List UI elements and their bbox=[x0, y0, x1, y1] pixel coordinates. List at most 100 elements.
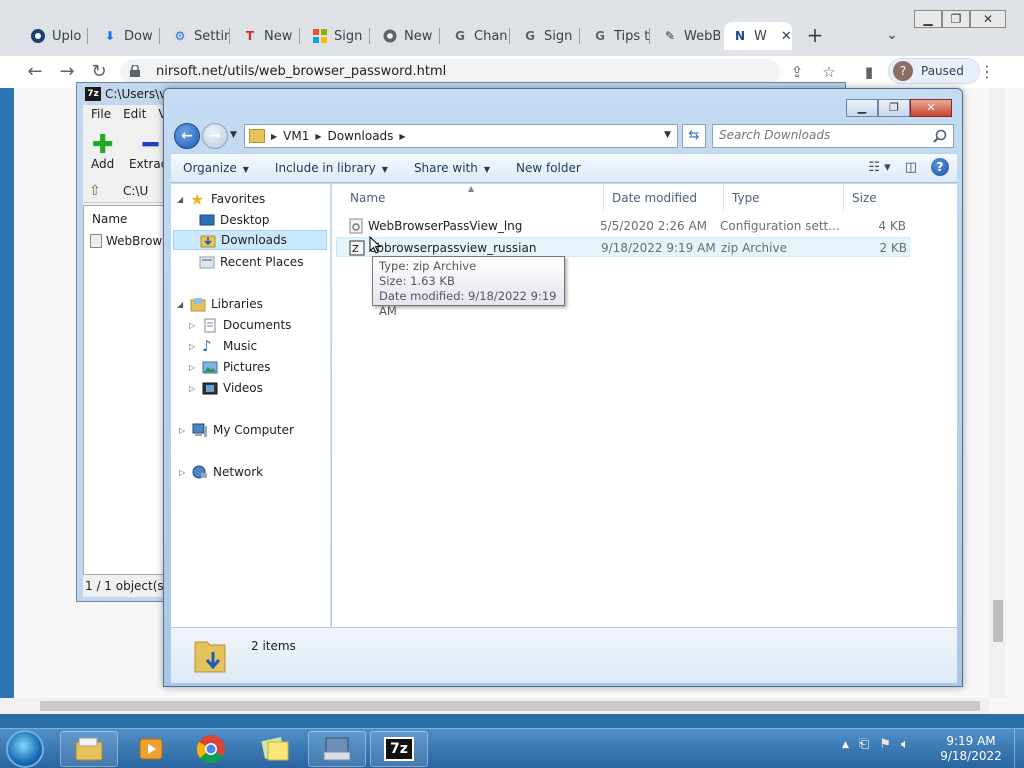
file-row[interactable]: WebBrowserPassView_lng 5/5/2020 2:26 AM … bbox=[336, 216, 910, 236]
browser-tab[interactable]: G Sign bbox=[514, 22, 580, 50]
side-panel-icon[interactable]: ▮ bbox=[858, 61, 880, 83]
taskbar-sticky-notes[interactable] bbox=[246, 731, 304, 767]
close-button[interactable]: ✕ bbox=[910, 99, 952, 117]
organize-button[interactable]: Organize ▼ bbox=[171, 161, 263, 175]
new-folder-button[interactable]: New folder bbox=[504, 161, 595, 175]
browser-tab[interactable]: T New bbox=[234, 22, 300, 50]
search-input[interactable] bbox=[719, 128, 919, 142]
start-button[interactable] bbox=[6, 730, 44, 768]
browser-tab[interactable]: ⚙ Settin bbox=[164, 22, 230, 50]
maximize-button[interactable]: ❐ bbox=[878, 99, 910, 117]
tree-my-computer[interactable]: ▷ My Computer bbox=[179, 420, 294, 440]
include-in-library-button[interactable]: Include in library ▼ bbox=[263, 161, 402, 175]
browser-vertical-scrollbar[interactable] bbox=[990, 88, 1006, 698]
chevron-right-icon[interactable]: ▶ bbox=[315, 132, 321, 141]
browser-back-button[interactable]: ← bbox=[24, 61, 46, 83]
folder-up-icon[interactable]: ⇧ bbox=[89, 183, 101, 199]
download-icon: ⬇ bbox=[104, 29, 116, 43]
list-item[interactable]: WebBrows bbox=[90, 234, 168, 248]
browser-maximize-button[interactable]: ❐ bbox=[942, 10, 970, 28]
action-center-flag-icon[interactable]: ⚑ bbox=[879, 737, 891, 752]
new-tab-button[interactable]: + bbox=[804, 24, 826, 46]
browser-close-button[interactable]: ✕ bbox=[970, 10, 1006, 28]
7zip-logo-icon: 7z bbox=[384, 737, 414, 761]
search-box[interactable] bbox=[712, 124, 954, 148]
chevron-right-icon[interactable]: ▶ bbox=[399, 132, 405, 141]
browser-tab[interactable]: G Tips t bbox=[584, 22, 650, 50]
bookmark-star-icon[interactable]: ☆ bbox=[818, 61, 840, 83]
back-button[interactable]: ← bbox=[174, 123, 200, 149]
file-row[interactable]: Z ebbrowserpassview_russian 9/18/2022 9:… bbox=[336, 237, 910, 257]
system-clock[interactable]: 9:19 AM 9/18/2022 bbox=[936, 734, 1006, 764]
network-tray-icon[interactable]: ⎗ bbox=[859, 737, 869, 752]
tree-downloads[interactable]: Downloads bbox=[173, 230, 327, 250]
volume-icon[interactable]: 🔈︎ bbox=[901, 737, 909, 752]
tree-videos[interactable]: ▷ Videos bbox=[189, 378, 263, 398]
browser-horizontal-scrollbar[interactable] bbox=[0, 698, 990, 714]
refresh-button[interactable]: ⇆ bbox=[682, 124, 706, 148]
browser-tab[interactable]: Uplo bbox=[22, 22, 88, 50]
browser-reload-button[interactable]: ↻ bbox=[88, 61, 110, 83]
preview-pane-icon[interactable]: ◫ bbox=[905, 160, 917, 175]
browser-minimize-button[interactable]: ▁ bbox=[914, 10, 942, 28]
taskbar-explorer[interactable] bbox=[60, 731, 118, 767]
tree-music[interactable]: ▷ ♪ Music bbox=[189, 336, 257, 356]
show-hidden-icons-icon[interactable]: ▲ bbox=[842, 740, 849, 750]
avatar: ? bbox=[893, 61, 913, 81]
config-file-icon bbox=[349, 218, 363, 234]
pictures-icon bbox=[202, 361, 218, 373]
column-header-size[interactable]: Size bbox=[844, 184, 920, 212]
browser-tab[interactable]: New bbox=[374, 22, 440, 50]
column-header-date[interactable]: Date modified bbox=[604, 184, 724, 212]
share-with-button[interactable]: Share with ▼ bbox=[402, 161, 504, 175]
downloads-folder-icon bbox=[200, 235, 216, 247]
7zip-add-button[interactable]: ✚ Add bbox=[91, 132, 114, 171]
recent-pages-chevron-icon[interactable]: ▼ bbox=[230, 130, 237, 140]
chevron-down-icon[interactable]: ▼ bbox=[664, 130, 671, 140]
tool-icon: ✎ bbox=[664, 29, 676, 43]
expand-arrow-icon[interactable]: ▷ bbox=[189, 384, 197, 393]
menu-file[interactable]: File bbox=[91, 105, 111, 123]
7zip-address[interactable]: C:\U bbox=[123, 184, 148, 198]
breadcrumb-vm1[interactable]: VM1 bbox=[283, 129, 309, 143]
browser-tab[interactable]: Sign bbox=[304, 22, 370, 50]
tree-favorites[interactable]: ◢ ★ Favorites bbox=[177, 189, 265, 209]
expand-arrow-icon[interactable]: ▷ bbox=[179, 426, 187, 435]
menu-edit[interactable]: Edit bbox=[123, 105, 146, 123]
expand-arrow-icon[interactable]: ▷ bbox=[189, 321, 197, 330]
browser-tab-active[interactable]: N W ✕ bbox=[724, 22, 792, 50]
breadcrumb-downloads[interactable]: Downloads bbox=[328, 129, 394, 143]
tree-recent-places[interactable]: Recent Places bbox=[199, 252, 303, 272]
profile-button[interactable]: ? Paused bbox=[888, 58, 980, 84]
share-icon[interactable]: ⇪ bbox=[786, 61, 808, 83]
show-desktop-button[interactable] bbox=[1014, 729, 1024, 768]
explorer-window[interactable]: ▁ ❐ ✕ ← → ▼ ▶ VM1 ▶ Downloads ▶ ▼ ⇆ Orga… bbox=[163, 88, 963, 687]
address-bar[interactable]: ▶ VM1 ▶ Downloads ▶ ▼ bbox=[244, 124, 678, 148]
expand-arrow-icon[interactable]: ▷ bbox=[179, 468, 187, 477]
column-header-type[interactable]: Type bbox=[724, 184, 844, 212]
collapse-arrow-icon[interactable]: ◢ bbox=[177, 300, 185, 309]
minimize-button[interactable]: ▁ bbox=[846, 99, 878, 117]
chevron-right-icon[interactable]: ▶ bbox=[271, 132, 277, 141]
browser-forward-button[interactable]: → bbox=[56, 61, 78, 83]
change-view-icon[interactable]: ☷ ▾ bbox=[868, 160, 890, 175]
collapse-arrow-icon[interactable]: ◢ bbox=[177, 195, 185, 204]
expand-arrow-icon[interactable]: ▷ bbox=[189, 342, 197, 351]
browser-tab[interactable]: ⬇ Dow bbox=[94, 22, 160, 50]
taskbar-remote-desktop[interactable] bbox=[308, 731, 366, 767]
expand-arrow-icon[interactable]: ▷ bbox=[189, 363, 197, 372]
help-icon[interactable]: ? bbox=[931, 158, 949, 176]
forward-button[interactable]: → bbox=[202, 123, 228, 149]
close-tab-icon[interactable]: ✕ bbox=[781, 29, 792, 44]
taskbar-7zip[interactable]: 7z bbox=[370, 731, 428, 767]
tree-network[interactable]: ▷ Network bbox=[179, 462, 263, 482]
tree-libraries[interactable]: ◢ Libraries bbox=[177, 294, 263, 314]
tab-search-chevron-icon[interactable]: ⌄ bbox=[882, 24, 902, 46]
tree-desktop[interactable]: Desktop bbox=[199, 210, 270, 230]
taskbar-media-player[interactable] bbox=[122, 731, 180, 767]
tree-documents[interactable]: ▷ Documents bbox=[189, 315, 291, 335]
browser-tab[interactable]: ✎ WebB bbox=[654, 22, 720, 50]
taskbar-chrome[interactable] bbox=[182, 731, 240, 767]
tree-pictures[interactable]: ▷ Pictures bbox=[189, 357, 271, 377]
browser-tab[interactable]: G Chan bbox=[444, 22, 510, 50]
